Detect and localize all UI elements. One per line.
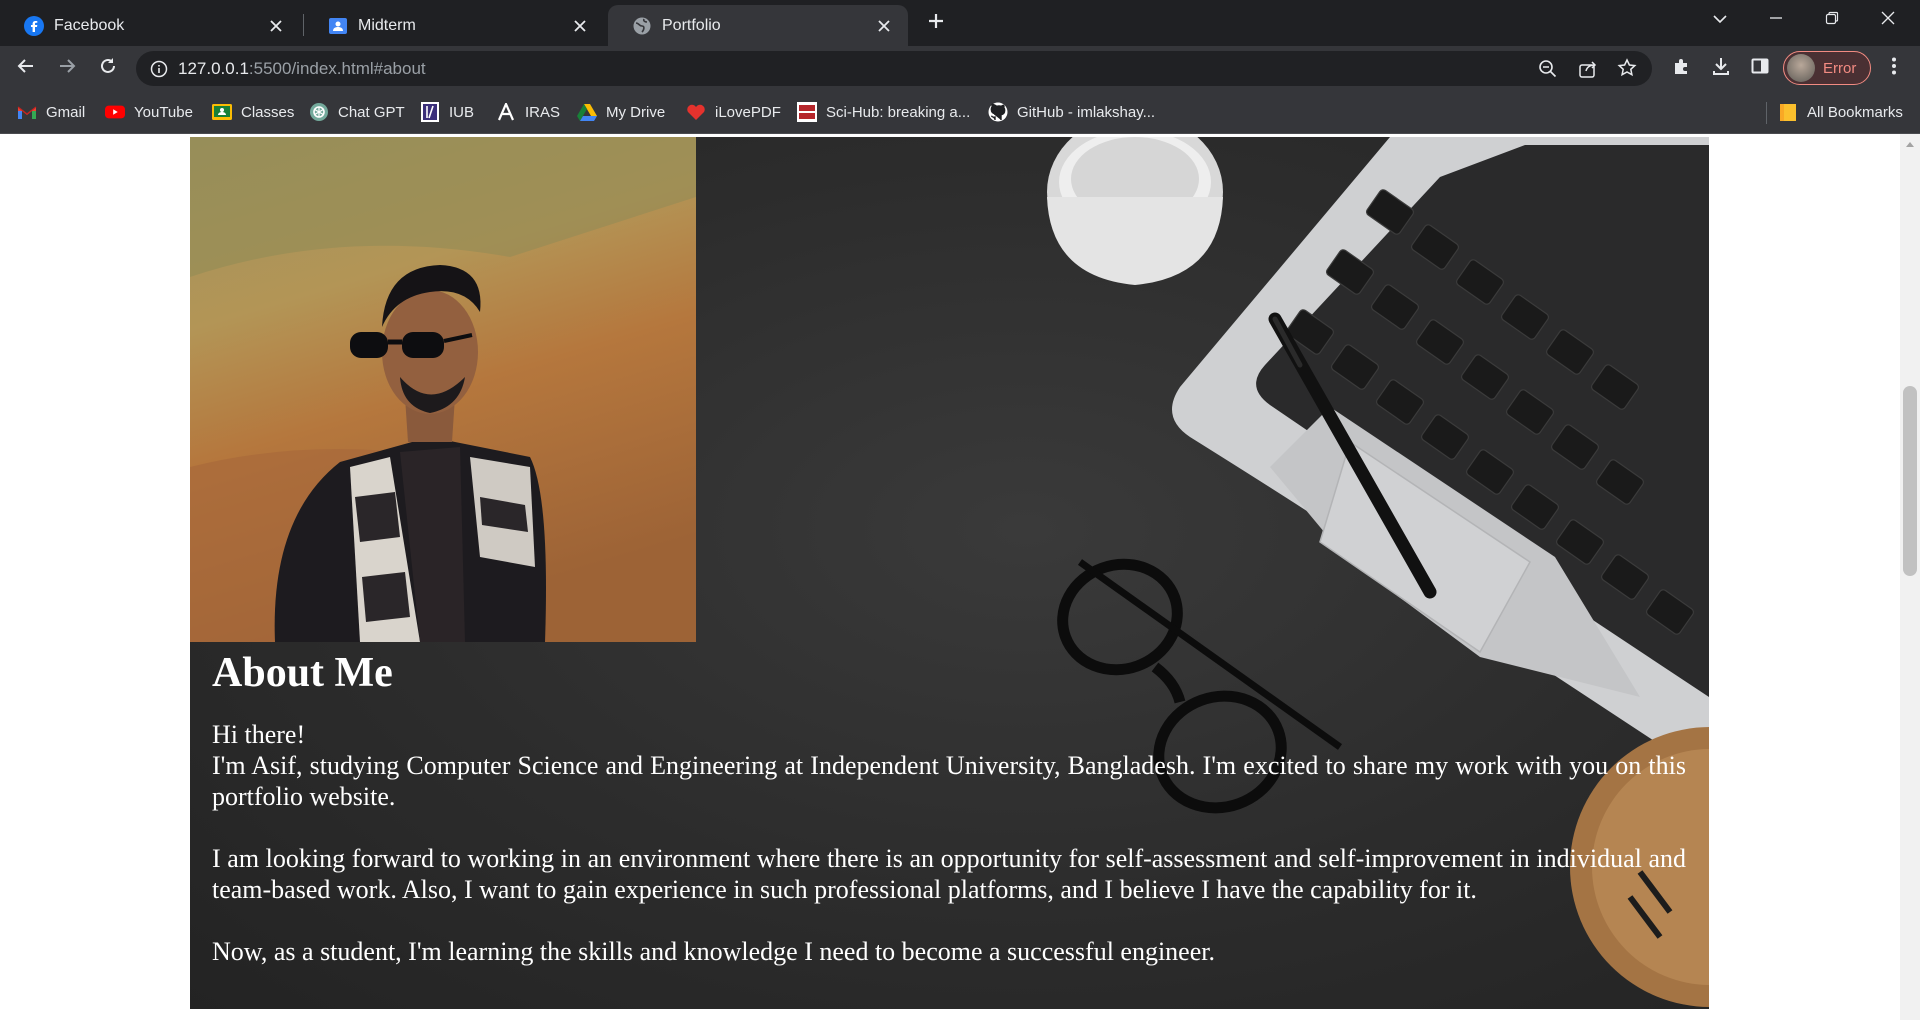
ilovepdf-icon (686, 102, 706, 122)
arrow-left-icon (16, 56, 36, 81)
close-window-button[interactable] (1860, 0, 1916, 40)
extensions-button[interactable] (1666, 52, 1698, 84)
puzzle-icon (1672, 56, 1692, 81)
bookmark-label: IUB (449, 103, 475, 121)
about-body: Hi there! I'm Asif, studying Computer Sc… (212, 719, 1686, 998)
kebab-menu-icon (1891, 56, 1897, 81)
about-section: About Me Hi there! I'm Asif, studying Co… (190, 137, 1709, 1009)
tab-title: Facebook (54, 16, 125, 34)
bookmark-label: My Drive (606, 103, 666, 121)
back-button[interactable] (10, 52, 42, 84)
address-bar[interactable]: 127.0.0.1:5500/index.html#about (136, 51, 1652, 86)
tab-portfolio[interactable]: Portfolio (608, 5, 908, 46)
bookmark-gmail[interactable]: Gmail (17, 101, 85, 123)
tab-title: Midterm (358, 16, 416, 34)
restore-button[interactable] (1804, 0, 1860, 40)
bookmark-label: Chat GPT (338, 103, 405, 121)
reload-button[interactable] (92, 52, 124, 84)
share-icon[interactable] (1578, 59, 1598, 84)
side-panel-button[interactable] (1744, 52, 1776, 84)
download-icon (1711, 56, 1731, 81)
github-icon (988, 102, 1008, 122)
bookmark-classes[interactable]: Classes (212, 101, 294, 123)
intro-paragraph: I'm Asif, studying Computer Science and … (212, 751, 1686, 811)
reload-icon (98, 56, 118, 81)
minimize-icon (1769, 11, 1783, 30)
mug-illustration (1047, 137, 1223, 285)
bookmark-label: Gmail (46, 103, 86, 121)
close-icon (1881, 11, 1895, 30)
globe-icon (632, 16, 652, 36)
minimize-button[interactable] (1748, 0, 1804, 40)
bookmark-my-drive[interactable]: My Drive (577, 101, 665, 123)
gmail-icon (17, 102, 37, 122)
info-icon[interactable] (150, 60, 168, 83)
bookmark-github[interactable]: GitHub - imlakshay... (988, 101, 1155, 123)
bookmark-scihub[interactable]: Sci-Hub: breaking a... (797, 101, 970, 123)
about-heading: About Me (212, 650, 393, 696)
drive-icon (577, 102, 597, 122)
bookmark-ilovepdf[interactable]: iLovePDF (686, 101, 781, 123)
bookmark-label: GitHub - imlakshay... (1017, 103, 1156, 121)
restore-icon (1825, 11, 1839, 30)
scihub-icon (797, 102, 817, 122)
new-tab-button[interactable] (922, 9, 950, 37)
page-viewport: About Me Hi there! I'm Asif, studying Co… (0, 134, 1900, 1020)
url-text[interactable]: 127.0.0.1:5500/index.html#about (178, 59, 426, 79)
classroom-icon (328, 16, 348, 36)
student-paragraph: Now, as a student, I'm learning the skil… (212, 937, 1215, 966)
tab-title: Portfolio (662, 16, 721, 34)
goals-paragraph: I am looking forward to working in an en… (212, 844, 1686, 904)
chatgpt-icon (309, 102, 329, 122)
all-bookmarks-label: All Bookmarks (1807, 103, 1903, 121)
greeting-text: Hi there! (212, 720, 306, 749)
downloads-button[interactable] (1705, 52, 1737, 84)
bookmark-label: Classes (241, 103, 295, 121)
scroll-up-arrow-icon[interactable] (1904, 138, 1916, 150)
all-bookmarks-button[interactable]: All Bookmarks (1778, 101, 1903, 123)
bookmark-youtube[interactable]: YouTube (105, 101, 193, 123)
bookmarks-separator (1766, 102, 1767, 124)
facebook-icon (24, 15, 44, 36)
bookmark-iub[interactable]: IUB (420, 101, 474, 123)
url-path: :5500/index.html#about (248, 59, 426, 78)
bookmark-label: YouTube (134, 103, 193, 121)
arrow-right-icon (57, 56, 77, 81)
plus-icon (927, 12, 945, 35)
profile-button[interactable]: Error (1783, 51, 1871, 85)
iras-icon (496, 102, 516, 122)
forward-button[interactable] (51, 52, 83, 84)
side-panel-icon (1750, 56, 1770, 81)
bookmark-label: Sci-Hub: breaking a... (826, 103, 971, 121)
close-icon[interactable] (266, 16, 286, 36)
browser-menu-button[interactable] (1878, 52, 1910, 84)
bookmarks-bar: Gmail YouTube Classes Chat GPT IUB IRAS (0, 90, 1920, 134)
url-host: 127.0.0.1 (178, 59, 249, 78)
profile-photo (190, 137, 696, 642)
bookmark-label: iLovePDF (715, 103, 781, 121)
youtube-icon (105, 102, 125, 122)
tab-facebook[interactable]: Facebook (0, 5, 300, 46)
scrollbar-thumb[interactable] (1903, 386, 1917, 576)
classroom-icon (212, 102, 232, 122)
star-icon[interactable] (1617, 58, 1637, 83)
close-icon[interactable] (570, 16, 590, 36)
bookmark-label: IRAS (525, 103, 561, 121)
profile-status-label: Error (1823, 59, 1857, 77)
zoom-icon[interactable] (1538, 59, 1558, 84)
folder-icon (1778, 102, 1798, 122)
iub-icon (420, 102, 440, 122)
avatar (1787, 54, 1815, 82)
tab-search-button[interactable] (1692, 0, 1748, 40)
close-icon[interactable] (874, 16, 894, 36)
browser-toolbar: 127.0.0.1:5500/index.html#about Error (0, 46, 1920, 90)
tab-strip: Facebook Midterm Portfolio (0, 0, 1920, 46)
chevron-down-icon (1712, 11, 1728, 29)
bookmark-iras[interactable]: IRAS (496, 101, 560, 123)
page-scrollbar[interactable] (1900, 134, 1920, 1020)
bookmark-chatgpt[interactable]: Chat GPT (309, 101, 405, 123)
tab-midterm[interactable]: Midterm (304, 5, 604, 46)
